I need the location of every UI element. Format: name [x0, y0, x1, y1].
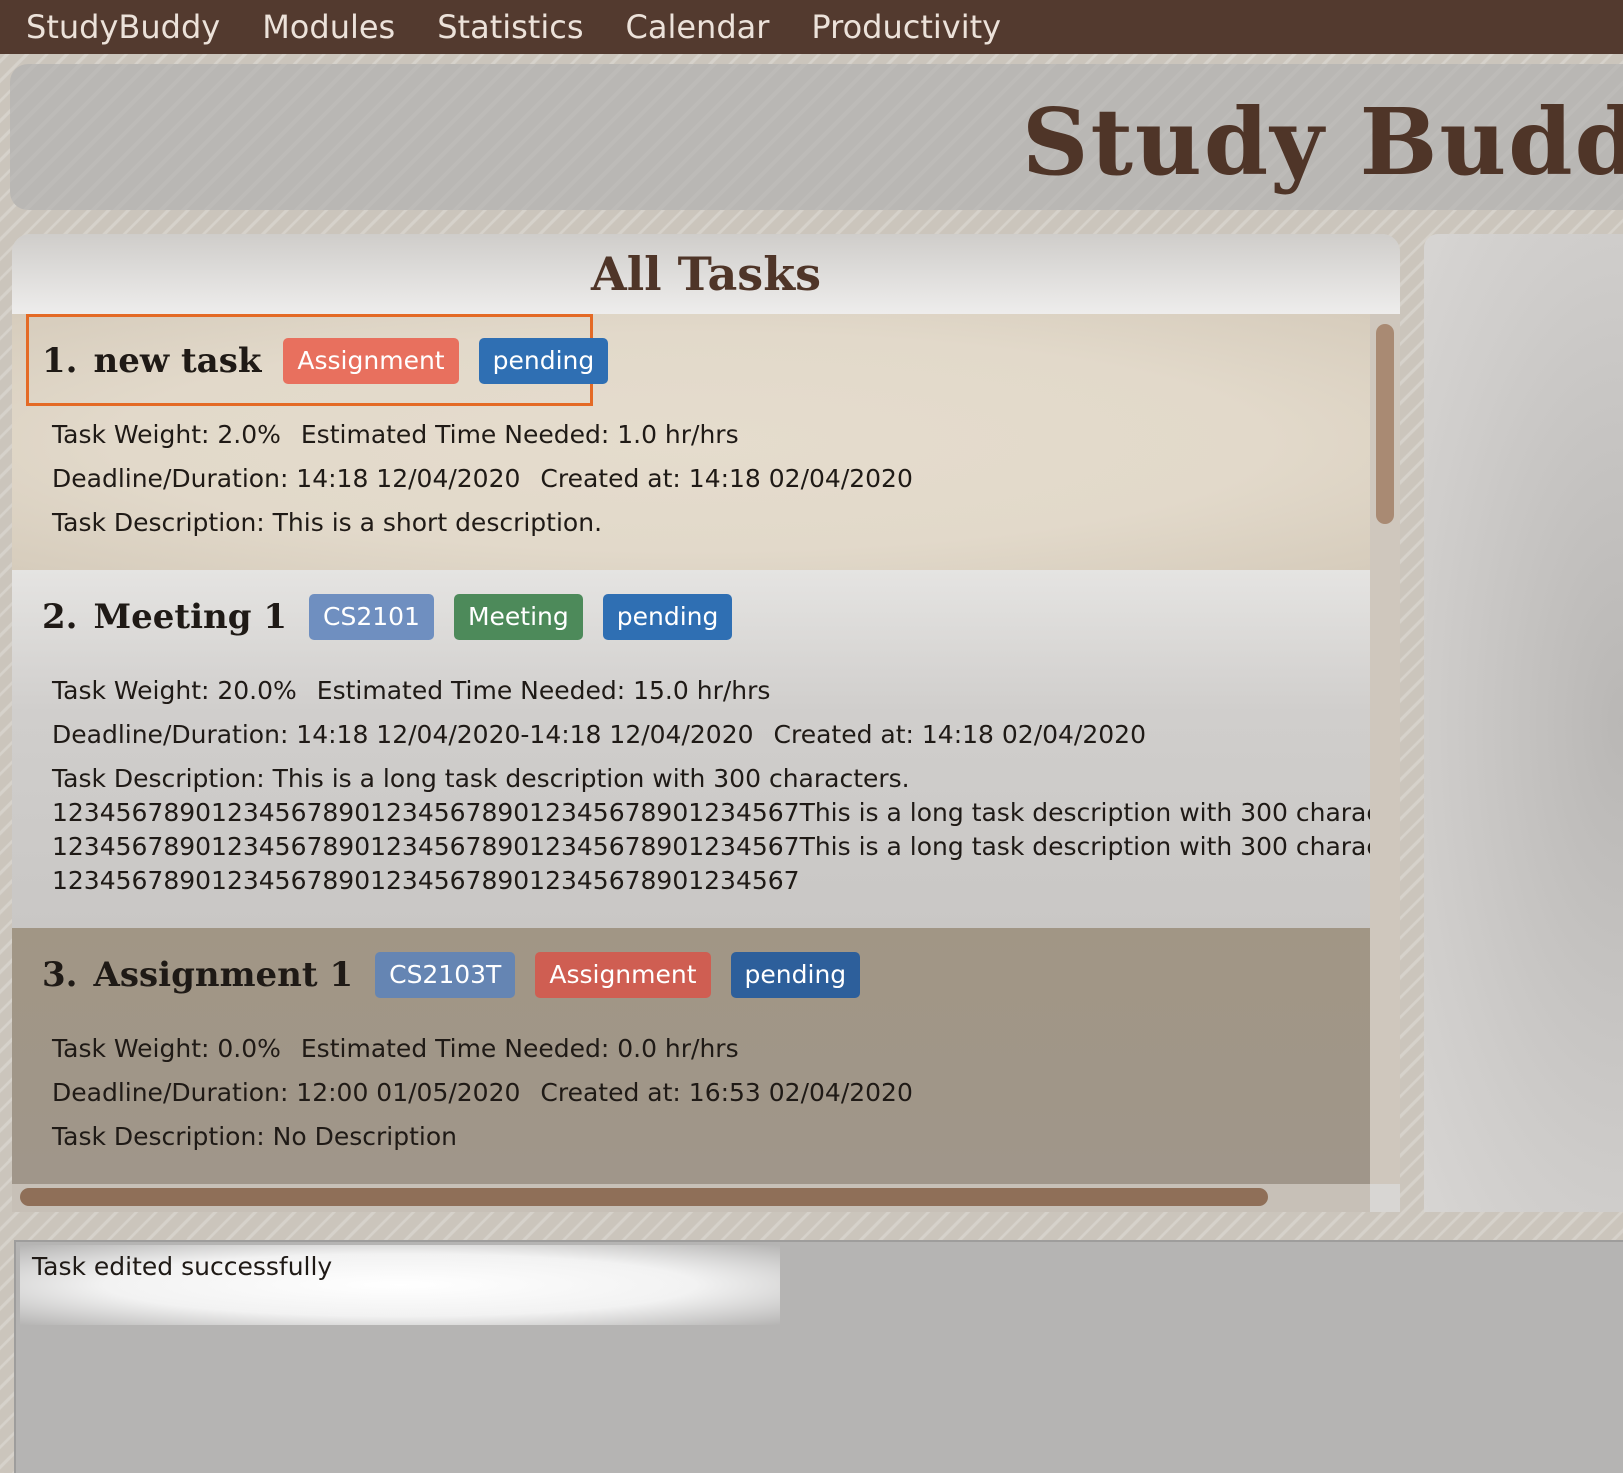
menu-productivity[interactable]: Productivity	[811, 8, 1001, 46]
tag-pending: pending	[730, 952, 861, 998]
menu-modules[interactable]: Modules	[262, 8, 395, 46]
task-weight-time: Task Weight: 20.0% Estimated Time Needed:…	[52, 676, 770, 705]
task-card[interactable]: 2. Meeting 1 CS2101 Meeting pending Task…	[12, 570, 1370, 928]
task-created: Created at: 16:53 02/04/2020	[540, 1078, 913, 1107]
task-deadline: Deadline/Duration: 14:18 12/04/2020	[52, 464, 521, 493]
task-list[interactable]: 1. new task Assignment pending Task Weig…	[12, 314, 1370, 1184]
tag-module: CS2101	[309, 594, 434, 640]
task-index: 3.	[42, 955, 78, 995]
task-description-line: 1234567890123456789012345678901234567890…	[52, 798, 1370, 827]
task-header: 1. new task Assignment pending	[42, 338, 628, 384]
task-card[interactable]: 3. Assignment 1 CS2103T Assignment pendi…	[12, 928, 1370, 1184]
result-message: Task edited successfully	[32, 1252, 333, 1281]
tag-module: CS2103T	[375, 952, 516, 998]
task-deadline: Deadline/Duration: 12:00 01/05/2020	[52, 1078, 521, 1107]
task-index: 1.	[42, 341, 78, 381]
task-deadline: Deadline/Duration: 14:18 12/04/2020-14:1…	[52, 720, 754, 749]
task-index: 2.	[42, 597, 78, 637]
tag-assignment: Assignment	[535, 952, 711, 998]
all-tasks-panel: All Tasks 1. new task Assignment pending…	[12, 234, 1400, 1212]
task-name: new task	[93, 341, 262, 381]
panel-header: All Tasks	[12, 234, 1400, 314]
horizontal-scrollbar-thumb[interactable]	[20, 1188, 1268, 1206]
task-weight: Task Weight: 20.0%	[52, 676, 297, 705]
task-description-line: 1234567890123456789012345678901234567890…	[52, 866, 800, 895]
task-weight-time: Task Weight: 2.0% Estimated Time Needed: …	[52, 420, 739, 449]
task-time: Estimated Time Needed: 1.0 hr/hrs	[300, 420, 739, 449]
menu-statistics[interactable]: Statistics	[437, 8, 583, 46]
task-name: Meeting 1	[93, 597, 288, 637]
menu-calendar[interactable]: Calendar	[626, 8, 770, 46]
task-card[interactable]: 1. new task Assignment pending Task Weig…	[12, 314, 1370, 570]
tag-meeting: Meeting	[453, 594, 583, 640]
task-description: Task Description: No Description	[52, 1122, 457, 1151]
task-description: Task Description: This is a long task de…	[52, 764, 910, 793]
vertical-scrollbar-thumb[interactable]	[1376, 324, 1394, 524]
tag-assignment: Assignment	[283, 338, 459, 384]
task-name: Assignment 1	[93, 955, 354, 995]
task-header: 3. Assignment 1 CS2103T Assignment pendi…	[42, 952, 880, 998]
app-title: Study Buddy	[1022, 88, 1623, 196]
menu-studybuddy[interactable]: StudyBuddy	[26, 8, 220, 46]
panel-title: All Tasks	[591, 247, 821, 301]
task-dates: Deadline/Duration: 12:00 01/05/2020 Creat…	[52, 1078, 913, 1107]
task-description-line: 1234567890123456789012345678901234567890…	[52, 832, 1370, 861]
menu-bar: StudyBuddy Modules Statistics Calendar P…	[0, 0, 1623, 54]
task-dates: Deadline/Duration: 14:18 12/04/2020 Creat…	[52, 464, 913, 493]
task-description: Task Description: This is a short descri…	[52, 508, 603, 537]
task-weight-time: Task Weight: 0.0% Estimated Time Needed: …	[52, 1034, 739, 1063]
task-time: Estimated Time Needed: 15.0 hr/hrs	[316, 676, 771, 705]
task-header: 2. Meeting 1 CS2101 Meeting pending	[42, 594, 752, 640]
task-created: Created at: 14:18 02/04/2020	[540, 464, 913, 493]
side-panel	[1424, 234, 1623, 1212]
tag-pending: pending	[602, 594, 733, 640]
task-weight: Task Weight: 2.0%	[52, 420, 281, 449]
task-dates: Deadline/Duration: 14:18 12/04/2020-14:1…	[52, 720, 1146, 749]
task-time: Estimated Time Needed: 0.0 hr/hrs	[300, 1034, 739, 1063]
task-weight: Task Weight: 0.0%	[52, 1034, 281, 1063]
tag-pending: pending	[478, 338, 609, 384]
task-created: Created at: 14:18 02/04/2020	[773, 720, 1146, 749]
